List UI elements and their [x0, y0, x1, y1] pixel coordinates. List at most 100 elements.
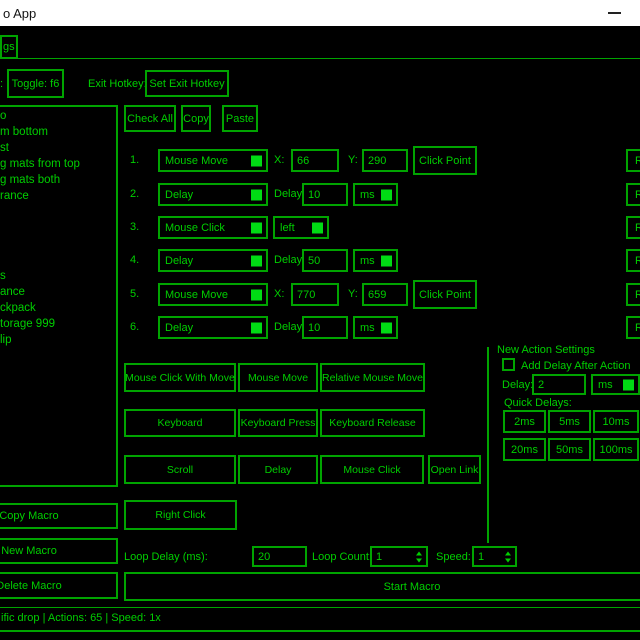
- remove-action-button[interactable]: R: [626, 316, 640, 339]
- macro-list-item[interactable]: ance: [0, 284, 116, 300]
- quick-delay-button[interactable]: 2ms: [503, 410, 546, 433]
- palette-button[interactable]: Keyboard Release: [320, 409, 425, 437]
- action-number: 2.: [130, 188, 139, 201]
- tab-settings[interactable]: gs: [0, 35, 18, 59]
- loop-delay-input[interactable]: 20: [252, 546, 307, 567]
- palette-button[interactable]: Mouse Move: [238, 363, 318, 392]
- dropdown-indicator-icon: [251, 255, 262, 266]
- macro-list-item[interactable]: o: [0, 108, 116, 124]
- macro-list-item[interactable]: [0, 204, 116, 220]
- remove-action-button[interactable]: R: [626, 249, 640, 272]
- y-input[interactable]: 290: [362, 149, 408, 172]
- delay-label: Delay: [274, 254, 302, 267]
- copy-button[interactable]: Copy: [181, 105, 211, 132]
- y-input[interactable]: 659: [362, 283, 408, 306]
- macro-list-item[interactable]: [0, 236, 116, 252]
- action-row: 1.Mouse MoveX:66Y:290Click PointR: [124, 149, 640, 172]
- stepper-arrows-icon[interactable]: [505, 551, 511, 562]
- macro-list-item[interactable]: m bottom: [0, 124, 116, 140]
- remove-action-button[interactable]: R: [626, 149, 640, 172]
- delete-macro-button[interactable]: Delete Macro: [0, 572, 118, 599]
- action-type-dropdown[interactable]: Delay: [158, 249, 268, 272]
- palette-button[interactable]: Delay: [238, 455, 318, 484]
- action-number: 1.: [130, 154, 139, 167]
- mouse-button-dropdown[interactable]: left: [273, 216, 329, 239]
- macro-list-item[interactable]: g mats from top: [0, 156, 116, 172]
- delay-unit-dropdown[interactable]: ms: [591, 374, 640, 395]
- dropdown-indicator-icon: [381, 189, 392, 200]
- mouse-button-value: left: [280, 222, 295, 234]
- palette-button[interactable]: Mouse Click: [320, 455, 424, 484]
- x-input[interactable]: 770: [291, 283, 339, 306]
- toggle-hotkey-button[interactable]: Toggle: f6: [7, 69, 64, 98]
- loop-count-stepper[interactable]: 1: [370, 546, 428, 567]
- action-type-value: Delay: [165, 255, 193, 267]
- delay-unit-dropdown[interactable]: ms: [353, 249, 398, 272]
- palette-button[interactable]: Right Click: [124, 500, 237, 530]
- x-input[interactable]: 66: [291, 149, 339, 172]
- speed-value: 1: [478, 551, 484, 563]
- action-type-dropdown[interactable]: Delay: [158, 316, 268, 339]
- copy-macro-button[interactable]: Copy Macro: [0, 503, 118, 529]
- remove-action-button[interactable]: R: [626, 216, 640, 239]
- speed-stepper[interactable]: 1: [472, 546, 517, 567]
- palette-button[interactable]: Scroll: [124, 455, 236, 484]
- macro-list-item[interactable]: [0, 220, 116, 236]
- macro-list[interactable]: om bottomstg mats from topg mats bothran…: [0, 105, 118, 487]
- action-type-dropdown[interactable]: Mouse Move: [158, 149, 268, 172]
- palette-button[interactable]: Keyboard Press: [238, 409, 318, 437]
- quick-delay-button[interactable]: 100ms: [593, 438, 639, 461]
- delay-input[interactable]: 2: [532, 374, 586, 395]
- new-action-settings-title: New Action Settings: [497, 344, 595, 357]
- paste-button[interactable]: Paste: [222, 105, 258, 132]
- action-type-dropdown[interactable]: Mouse Move: [158, 283, 268, 306]
- macro-list-item[interactable]: st: [0, 140, 116, 156]
- macro-list-item[interactable]: lip: [0, 332, 116, 348]
- delay-unit-dropdown[interactable]: ms: [353, 183, 398, 206]
- macro-list-item[interactable]: ckpack: [0, 300, 116, 316]
- delay-unit-value: ms: [360, 189, 375, 201]
- palette-button[interactable]: Relative Mouse Move: [320, 363, 425, 392]
- palette-button[interactable]: Mouse Click With Move: [124, 363, 236, 392]
- macro-list-item[interactable]: [0, 252, 116, 268]
- action-type-dropdown[interactable]: Mouse Click: [158, 216, 268, 239]
- remove-action-button[interactable]: R: [626, 283, 640, 306]
- set-exit-hotkey-button[interactable]: Set Exit Hotkey: [145, 70, 229, 97]
- click-point-button[interactable]: Click Point: [413, 280, 477, 309]
- delay-unit-dropdown[interactable]: ms: [353, 316, 398, 339]
- action-type-value: Delay: [165, 322, 193, 334]
- start-macro-button[interactable]: Start Macro: [124, 572, 640, 601]
- new-macro-button[interactable]: New Macro: [0, 538, 118, 564]
- dropdown-indicator-icon: [251, 222, 262, 233]
- action-type-dropdown[interactable]: Delay: [158, 183, 268, 206]
- delay-unit-value: ms: [360, 322, 375, 334]
- statusbar-text: ific drop | Actions: 65 | Speed: 1x: [1, 612, 161, 625]
- macro-list-item[interactable]: rance: [0, 188, 116, 204]
- quick-delay-button[interactable]: 10ms: [593, 410, 639, 433]
- click-point-button[interactable]: Click Point: [413, 146, 477, 175]
- remove-action-button[interactable]: R: [626, 183, 640, 206]
- quick-delay-button[interactable]: 5ms: [548, 410, 591, 433]
- check-all-button[interactable]: Check All: [124, 105, 176, 132]
- tab-settings-label: gs: [2, 41, 15, 53]
- palette-button[interactable]: Keyboard: [124, 409, 236, 437]
- stepper-arrows-icon[interactable]: [416, 551, 422, 562]
- y-label: Y:: [348, 288, 358, 301]
- delay-input[interactable]: 50: [302, 249, 348, 272]
- dropdown-indicator-icon: [251, 189, 262, 200]
- statusbar-top-divider: [0, 607, 640, 608]
- macro-list-item[interactable]: s: [0, 268, 116, 284]
- macro-list-item[interactable]: torage 999: [0, 316, 116, 332]
- action-row: 5.Mouse MoveX:770Y:659Click PointR: [124, 283, 640, 306]
- delay-input[interactable]: 10: [302, 316, 348, 339]
- dropdown-indicator-icon: [623, 379, 634, 390]
- quick-delay-button[interactable]: 20ms: [503, 438, 546, 461]
- add-delay-checkbox[interactable]: [502, 358, 515, 371]
- quick-delay-button[interactable]: 50ms: [548, 438, 591, 461]
- action-row: 4.DelayDelay50msR: [124, 249, 640, 272]
- palette-button[interactable]: Open Link: [428, 455, 481, 484]
- delay-input[interactable]: 10: [302, 183, 348, 206]
- action-number: 5.: [130, 288, 139, 301]
- macro-list-item[interactable]: g mats both: [0, 172, 116, 188]
- minimize-button[interactable]: [596, 0, 632, 26]
